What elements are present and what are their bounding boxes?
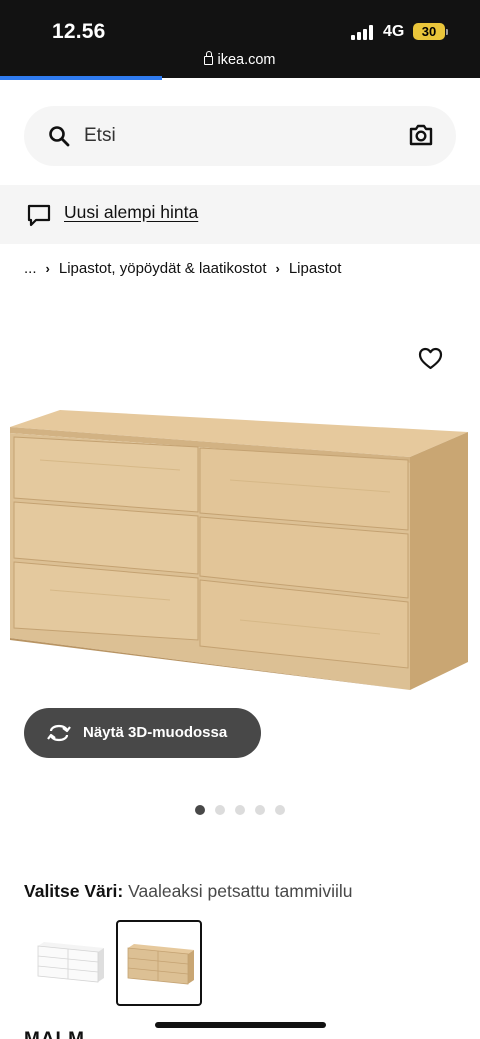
color-selector-label: Valitse Väri: Vaaleaksi petsattu tammivi…	[24, 881, 352, 902]
lock-icon	[204, 51, 214, 65]
carousel-dot-2[interactable]	[215, 805, 225, 815]
breadcrumb-item-more[interactable]: ...	[24, 260, 37, 277]
search-icon[interactable]	[48, 125, 70, 147]
carousel-dot-3[interactable]	[235, 805, 245, 815]
view-3d-label: Näytä 3D-muodossa	[83, 724, 228, 741]
status-bar: 12.56 4G 30 ikea.com	[0, 0, 480, 80]
home-indicator[interactable]	[155, 1022, 326, 1028]
page-load-progress	[0, 76, 162, 80]
breadcrumb-item-category[interactable]: Lipastot, yöpöydät & laatikostot	[59, 260, 267, 277]
rotate-3d-icon	[47, 724, 71, 742]
white-dresser-thumbnail	[37, 942, 104, 983]
search-input[interactable]	[84, 120, 384, 152]
chevron-right-icon: ›	[275, 261, 280, 276]
color-value: Vaaleaksi petsattu tammiviilu	[128, 881, 353, 901]
camera-icon[interactable]	[408, 123, 434, 147]
breadcrumb-item-current[interactable]: Lipastot	[289, 260, 342, 277]
carousel-dot-5[interactable]	[275, 805, 285, 815]
product-image[interactable]	[0, 400, 480, 700]
battery-tip	[446, 29, 448, 35]
battery-icon: 30	[413, 23, 445, 40]
price-banner[interactable]: Uusi alempi hinta	[0, 185, 480, 244]
oak-dresser-thumbnail	[127, 944, 194, 985]
cellular-signal-icon	[351, 25, 377, 40]
swatch-white[interactable]	[28, 920, 114, 1006]
search-bar[interactable]	[24, 106, 456, 166]
url-text: ikea.com	[217, 52, 276, 68]
address-bar[interactable]: ikea.com	[0, 51, 480, 68]
carousel-dot-4[interactable]	[255, 805, 265, 815]
product-name: MALM	[24, 1029, 85, 1039]
swatch-oak[interactable]	[116, 920, 202, 1006]
network-type: 4G	[383, 23, 405, 40]
chat-bubble-icon	[27, 204, 51, 227]
breadcrumb: ... › Lipastot, yöpöydät & laatikostot › Lip…	[24, 260, 341, 277]
carousel-dot-1[interactable]	[195, 805, 205, 815]
view-3d-button[interactable]: Näytä 3D-muodossa	[24, 708, 261, 758]
battery-level: 30	[421, 24, 437, 39]
new-lower-price-link[interactable]: Uusi alempi hinta	[64, 202, 198, 223]
color-label: Valitse Väri:	[24, 881, 124, 901]
heart-icon[interactable]	[418, 347, 443, 370]
clock: 12.56	[52, 20, 106, 43]
chevron-right-icon: ›	[45, 261, 50, 276]
